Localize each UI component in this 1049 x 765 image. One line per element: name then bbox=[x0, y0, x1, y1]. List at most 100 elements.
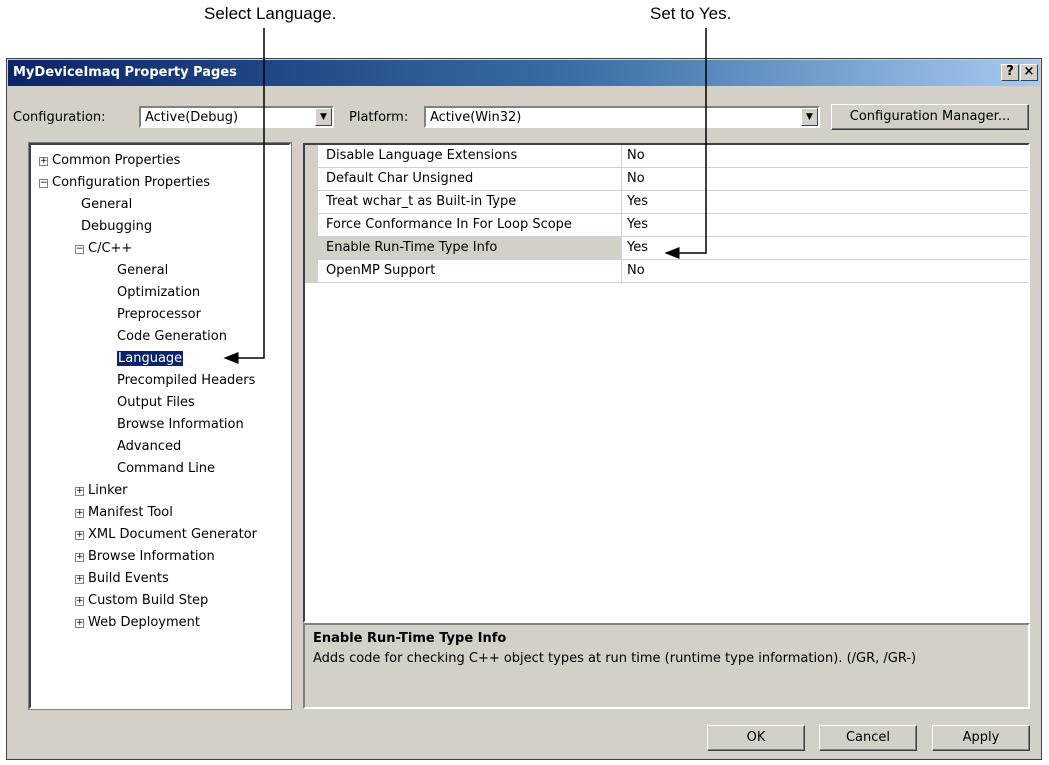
ok-button[interactable]: OK bbox=[707, 725, 805, 751]
configuration-label: Configuration: bbox=[13, 110, 106, 125]
tree-item-label: Advanced bbox=[117, 439, 182, 454]
collapse-icon[interactable]: − bbox=[39, 179, 48, 188]
property-row[interactable]: Force Conformance In For Loop Scope Yes bbox=[305, 214, 1028, 237]
description-title: Enable Run-Time Type Info bbox=[313, 631, 507, 646]
close-button[interactable]: × bbox=[1020, 64, 1038, 81]
tree-item-label: Custom Build Step bbox=[88, 593, 209, 608]
chevron-down-icon[interactable]: ▼ bbox=[315, 108, 332, 126]
tree-item[interactable]: Precompiled Headers bbox=[117, 371, 255, 391]
tree-item[interactable]: General bbox=[81, 195, 132, 215]
row-gutter bbox=[305, 145, 318, 167]
property-row[interactable]: Disable Language Extensions No bbox=[305, 145, 1028, 168]
property-name: Disable Language Extensions bbox=[318, 145, 622, 167]
expand-icon[interactable]: + bbox=[75, 487, 84, 496]
configuration-select[interactable]: Active(Debug) ▼ bbox=[139, 106, 334, 128]
description-panel: Enable Run-Time Type Info Adds code for … bbox=[303, 623, 1030, 709]
tree-item[interactable]: C/C++ bbox=[88, 239, 132, 259]
property-value[interactable]: Yes bbox=[623, 214, 648, 236]
tree-item[interactable]: Custom Build Step bbox=[88, 591, 208, 611]
property-value[interactable]: No bbox=[623, 145, 645, 167]
tree-item[interactable]: Optimization bbox=[117, 283, 200, 303]
title-bar: MyDeviceImaq Property Pages ? × bbox=[8, 60, 1040, 86]
tree-item[interactable]: Build Events bbox=[88, 569, 169, 589]
row-gutter bbox=[305, 260, 318, 282]
tree-item-label: Browse Information bbox=[117, 417, 244, 432]
tree-item-label: Preprocessor bbox=[117, 307, 201, 322]
property-value[interactable]: No bbox=[623, 168, 645, 190]
description-text: Adds code for checking C++ object types … bbox=[313, 651, 917, 666]
property-tree[interactable]: + Common Properties − Configuration Propert… bbox=[28, 142, 292, 710]
tree-item[interactable]: Manifest Tool bbox=[88, 503, 173, 523]
expand-icon[interactable]: + bbox=[75, 553, 84, 562]
tree-item-label: C/C++ bbox=[88, 241, 133, 256]
tree-item-label: Code Generation bbox=[117, 329, 227, 344]
tree-item[interactable]: Code Generation bbox=[117, 327, 227, 347]
collapse-icon[interactable]: − bbox=[75, 245, 84, 254]
help-button[interactable]: ? bbox=[1001, 64, 1019, 81]
expand-icon[interactable]: + bbox=[39, 157, 48, 166]
tree-item-label: Manifest Tool bbox=[88, 505, 173, 520]
property-pages-dialog: MyDeviceImaq Property Pages ? × Configur… bbox=[6, 58, 1042, 760]
chevron-down-icon[interactable]: ▼ bbox=[801, 108, 818, 126]
tree-item[interactable]: Web Deployment bbox=[88, 613, 200, 633]
tree-item-label: Debugging bbox=[81, 219, 153, 234]
tree-item[interactable]: Linker bbox=[88, 481, 128, 501]
platform-select[interactable]: Active(Win32) ▼ bbox=[424, 106, 820, 128]
property-grid[interactable]: Disable Language Extensions No Default Cha… bbox=[303, 143, 1030, 623]
property-row[interactable]: OpenMP Support No bbox=[305, 260, 1028, 283]
configuration-manager-button[interactable]: Configuration Manager... bbox=[831, 104, 1029, 130]
tree-item[interactable]: Preprocessor bbox=[117, 305, 201, 325]
property-row[interactable]: Enable Run-Time Type Info Yes bbox=[305, 237, 1028, 260]
tree-item[interactable]: Debugging bbox=[81, 217, 152, 237]
callout-select-language: Select Language. bbox=[204, 4, 337, 23]
tree-item-label: Output Files bbox=[117, 395, 195, 410]
callout-set-to-yes: Set to Yes. bbox=[650, 4, 732, 23]
row-gutter bbox=[305, 214, 318, 236]
tree-item[interactable]: Common Properties bbox=[52, 151, 180, 171]
tree-item-label: Build Events bbox=[88, 571, 169, 586]
property-row[interactable]: Default Char Unsigned No bbox=[305, 168, 1028, 191]
tree-item[interactable]: Output Files bbox=[117, 393, 195, 413]
apply-button[interactable]: Apply bbox=[932, 725, 1030, 751]
tree-item[interactable]: Language bbox=[115, 349, 185, 369]
property-value[interactable]: Yes bbox=[623, 237, 648, 259]
configuration-value: Active(Debug) bbox=[145, 110, 239, 125]
tree-item-label: General bbox=[117, 263, 169, 278]
property-name: Enable Run-Time Type Info bbox=[318, 237, 622, 259]
tree-item-label: Configuration Properties bbox=[52, 175, 210, 190]
row-gutter bbox=[305, 168, 318, 190]
tree-item[interactable]: Browse Information bbox=[117, 415, 244, 435]
property-name: Default Char Unsigned bbox=[318, 168, 622, 190]
row-gutter bbox=[305, 237, 318, 259]
row-gutter bbox=[305, 191, 318, 213]
expand-icon[interactable]: + bbox=[75, 509, 84, 518]
tree-item-label: Language bbox=[115, 350, 185, 367]
window-title: MyDeviceImaq Property Pages bbox=[13, 65, 237, 80]
tree-item[interactable]: Command Line bbox=[117, 459, 215, 479]
expand-icon[interactable]: + bbox=[75, 619, 84, 628]
property-name: Treat wchar_t as Built-in Type bbox=[318, 191, 622, 213]
expand-icon[interactable]: + bbox=[75, 531, 84, 540]
tree-item-label: Web Deployment bbox=[88, 615, 200, 630]
tree-item[interactable]: General bbox=[117, 261, 168, 281]
tree-item-label: Common Properties bbox=[52, 153, 181, 168]
expand-icon[interactable]: + bbox=[75, 575, 84, 584]
property-value[interactable]: Yes bbox=[623, 191, 648, 213]
tree-item-label: XML Document Generator bbox=[88, 527, 257, 542]
cancel-button[interactable]: Cancel bbox=[819, 725, 917, 751]
tree-item-label: General bbox=[81, 197, 133, 212]
platform-label: Platform: bbox=[349, 110, 409, 125]
tree-item[interactable]: Browse Information bbox=[88, 547, 215, 567]
property-name: OpenMP Support bbox=[318, 260, 622, 282]
tree-item[interactable]: Configuration Properties bbox=[52, 173, 210, 193]
tree-item[interactable]: XML Document Generator bbox=[88, 525, 257, 545]
tree-item-label: Optimization bbox=[117, 285, 201, 300]
tree-item[interactable]: Advanced bbox=[117, 437, 181, 457]
tree-item-label: Linker bbox=[88, 483, 128, 498]
property-row[interactable]: Treat wchar_t as Built-in Type Yes bbox=[305, 191, 1028, 214]
tree-item-label: Precompiled Headers bbox=[117, 373, 256, 388]
tree-item-label: Browse Information bbox=[88, 549, 215, 564]
property-value[interactable]: No bbox=[623, 260, 645, 282]
expand-icon[interactable]: + bbox=[75, 597, 84, 606]
property-name: Force Conformance In For Loop Scope bbox=[318, 214, 622, 236]
